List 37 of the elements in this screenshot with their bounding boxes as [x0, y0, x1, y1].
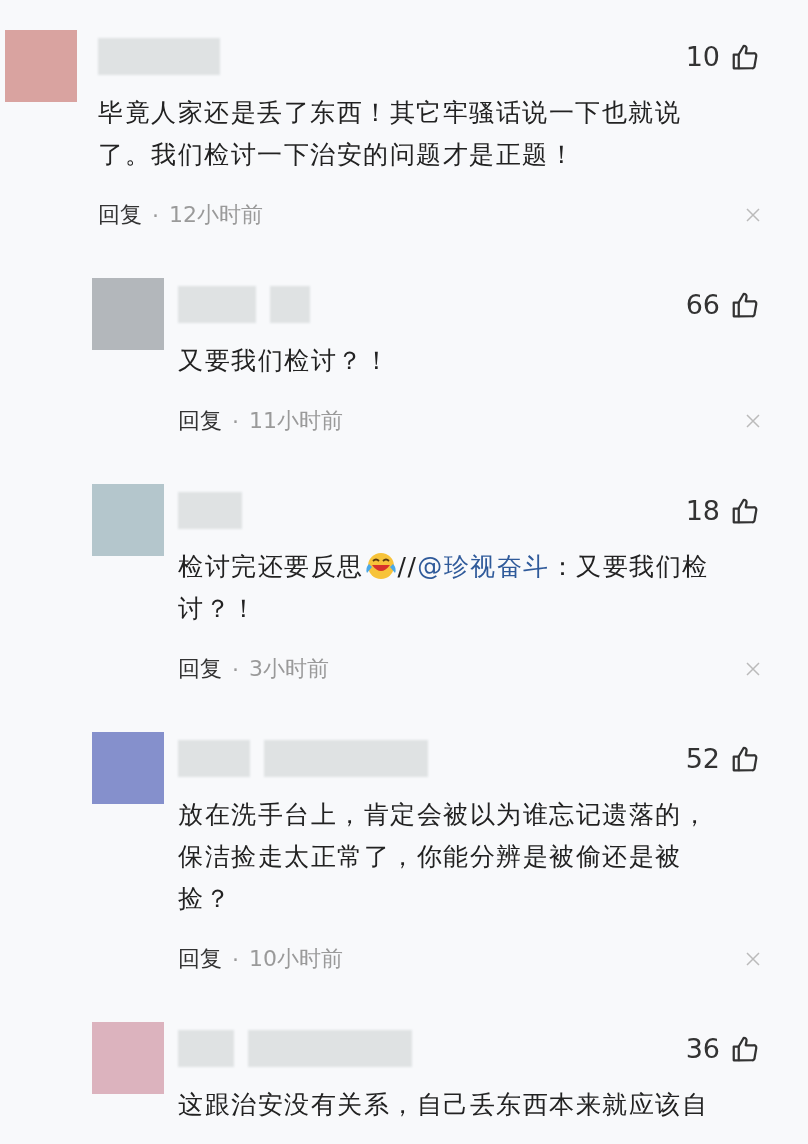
avatar[interactable] [92, 278, 164, 350]
timestamp: 10小时前 [249, 945, 343, 973]
like-count: 10 [685, 41, 720, 72]
timestamp: 12小时前 [169, 201, 263, 229]
laughing-crying-emoji-icon [363, 551, 398, 581]
avatar[interactable] [92, 1022, 164, 1094]
blurred-username [178, 740, 250, 777]
like-count: 52 [685, 743, 720, 774]
avatar[interactable] [92, 484, 164, 556]
blurred-username [178, 492, 242, 529]
comment-text: 这跟治安没有关系，自己丢东西本来就应该自 [178, 1089, 709, 1121]
comment-text: 检讨完还要反思 //@珍视奋斗：又要我们检讨？！ [178, 550, 710, 625]
close-icon[interactable] [746, 208, 760, 222]
comment-text: 放在洗手台上，肯定会被以为谁忘记遗落的，保洁捡走太正常了，你能分辨是被偷还是被捡？ [178, 799, 709, 915]
close-icon[interactable] [746, 662, 760, 676]
avatar[interactable] [92, 732, 164, 804]
separator-dot: · [232, 946, 239, 972]
close-icon[interactable] [746, 414, 760, 428]
like-count: 36 [685, 1033, 720, 1064]
mention-link[interactable]: @珍视奋斗 [417, 552, 550, 581]
blurred-username [270, 286, 310, 323]
reply-link[interactable]: 回复 [178, 654, 222, 684]
reply-link[interactable]: 回复 [178, 944, 222, 974]
like-count: 18 [685, 495, 720, 526]
comment-text: 又要我们检讨？！ [178, 345, 391, 377]
like-count: 66 [685, 289, 720, 320]
close-icon[interactable] [746, 952, 760, 966]
blurred-username [178, 1030, 234, 1067]
separator-dot: · [152, 202, 159, 228]
avatar[interactable] [5, 30, 77, 102]
comment-text: 毕竟人家还是丢了东西！其它牢骚话说一下也就说了。我们检讨一下治安的问题才是正题！ [98, 97, 682, 171]
separator-dot: · [232, 408, 239, 434]
separator-dot: · [232, 656, 239, 682]
reply-link[interactable]: 回复 [98, 200, 142, 230]
reply-link[interactable]: 回复 [178, 406, 222, 436]
timestamp: 11小时前 [249, 407, 343, 435]
timestamp: 3小时前 [249, 655, 329, 683]
